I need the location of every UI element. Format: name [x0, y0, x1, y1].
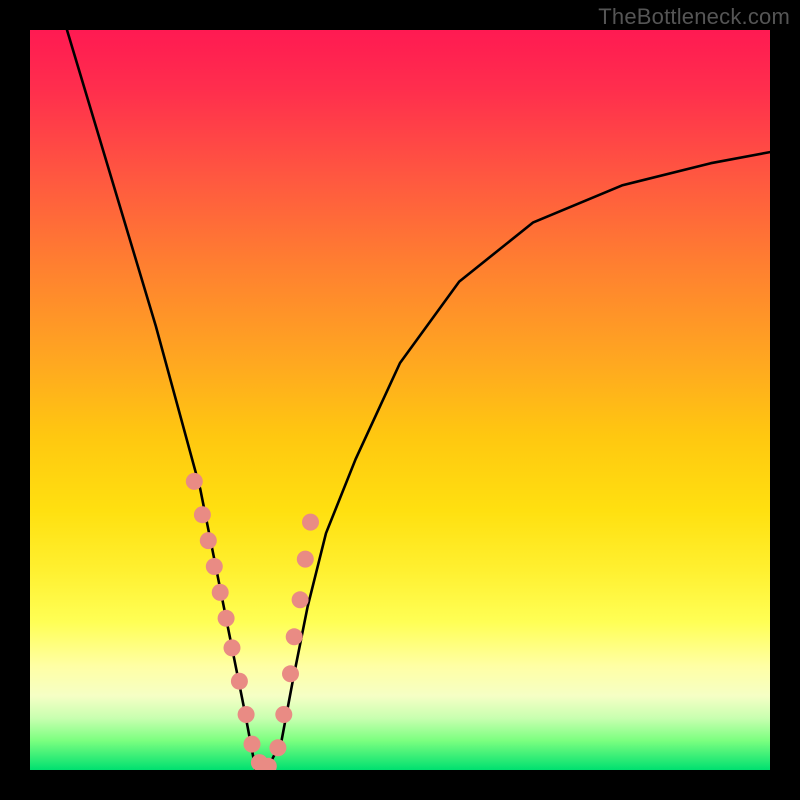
- curve-markers: [186, 473, 319, 770]
- marker-dot: [218, 610, 235, 627]
- marker-dot: [269, 739, 286, 756]
- plot-area: [30, 30, 770, 770]
- marker-dot: [212, 584, 229, 601]
- marker-dot: [292, 591, 309, 608]
- watermark-text: TheBottleneck.com: [598, 4, 790, 30]
- marker-dot: [297, 551, 314, 568]
- marker-dot: [282, 665, 299, 682]
- marker-dot: [286, 628, 303, 645]
- bottleneck-curve: [67, 30, 770, 770]
- marker-dot: [231, 673, 248, 690]
- marker-dot: [238, 706, 255, 723]
- marker-dot: [200, 532, 217, 549]
- marker-dot: [186, 473, 203, 490]
- marker-dot: [302, 514, 319, 531]
- marker-dot: [224, 639, 241, 656]
- chart-frame: TheBottleneck.com: [0, 0, 800, 800]
- marker-dot: [244, 736, 261, 753]
- marker-dot: [206, 558, 223, 575]
- chart-overlay: [30, 30, 770, 770]
- marker-dot: [194, 506, 211, 523]
- marker-dot: [275, 706, 292, 723]
